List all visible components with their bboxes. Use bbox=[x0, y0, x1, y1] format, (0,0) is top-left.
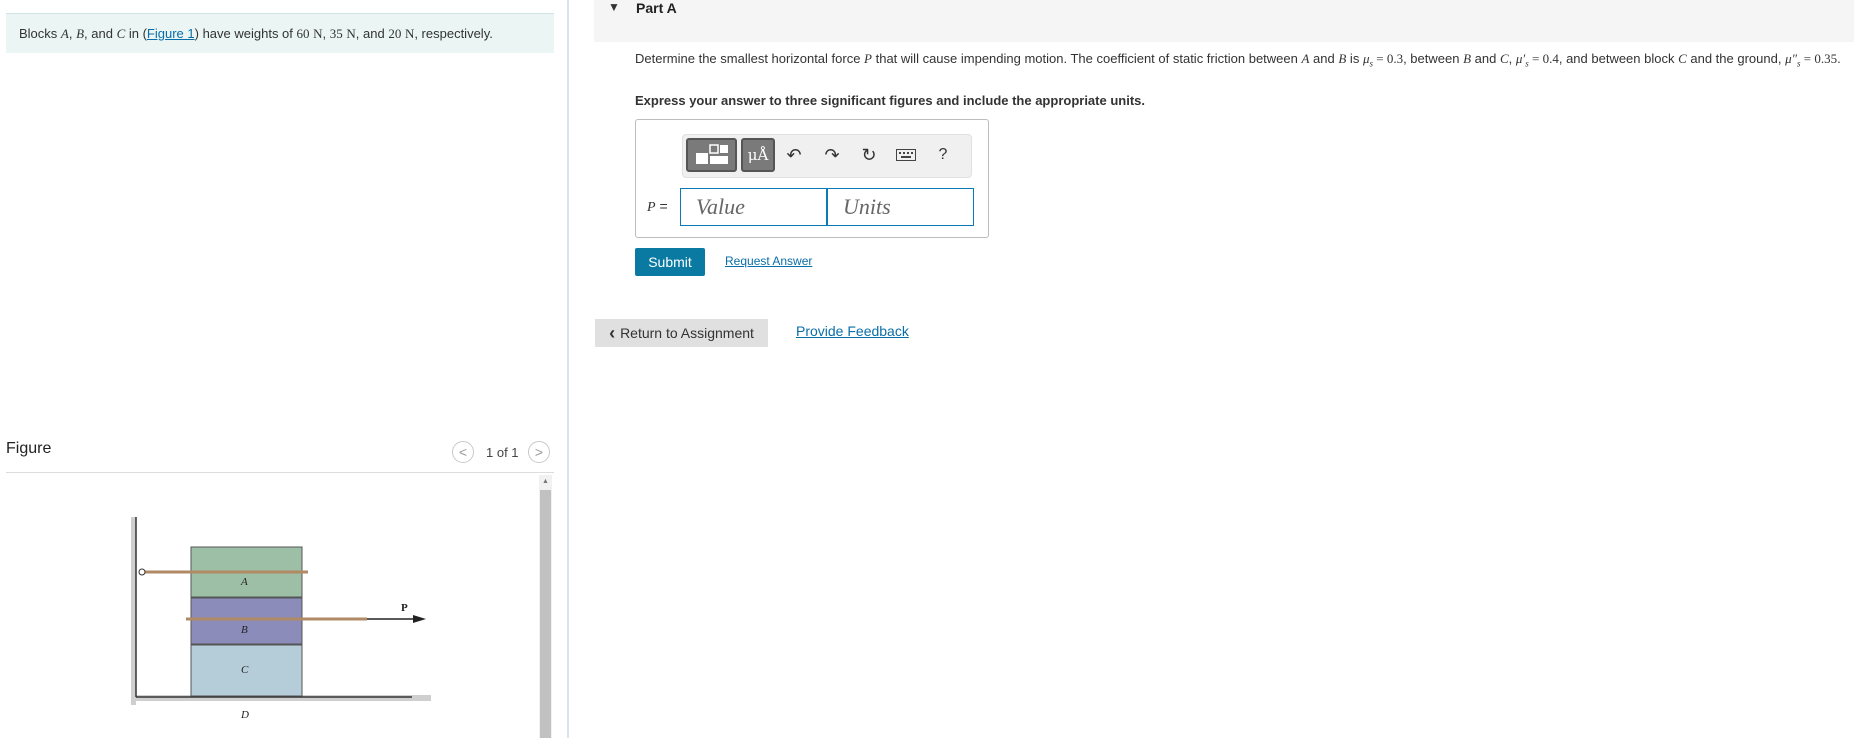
question-segment: , bbox=[1508, 51, 1516, 66]
problem-text: ) have weights of bbox=[194, 26, 297, 41]
question-segment: and the ground, bbox=[1686, 51, 1786, 66]
weight-a: 60 bbox=[296, 26, 310, 41]
figure-pager: 1 of 1 bbox=[486, 445, 519, 460]
weight-b: 35 bbox=[329, 26, 343, 41]
question-segment: is bbox=[1346, 51, 1363, 66]
block-b bbox=[190, 597, 303, 645]
label-d: D bbox=[240, 709, 249, 721]
problem-text: , and bbox=[355, 26, 389, 41]
keyboard-icon bbox=[896, 149, 916, 161]
block-b-symbol: B bbox=[1463, 51, 1472, 66]
figure-next-button[interactable]: > bbox=[528, 441, 550, 463]
templates-button[interactable] bbox=[686, 138, 737, 172]
chevron-left-icon: ‹ bbox=[609, 323, 616, 343]
return-label: Return to Assignment bbox=[620, 325, 754, 341]
request-answer-link[interactable]: Request Answer bbox=[725, 254, 812, 268]
answer-equals: = bbox=[655, 198, 668, 214]
figure-divider bbox=[6, 472, 554, 473]
part-a-title[interactable]: Part A bbox=[636, 0, 677, 16]
answer-variable: P bbox=[647, 200, 656, 215]
block-a-symbol: A bbox=[60, 26, 69, 41]
mu-ground-symbol: μ″ bbox=[1785, 51, 1798, 66]
weight-unit: N bbox=[404, 26, 415, 41]
block-c-symbol: C bbox=[1678, 51, 1687, 66]
problem-text: , respectively. bbox=[414, 26, 493, 41]
answer-instruction: Express your answer to three significant… bbox=[635, 93, 1145, 108]
figure-link[interactable]: Figure 1 bbox=[147, 26, 195, 41]
return-to-assignment-button[interactable]: ‹ Return to Assignment bbox=[595, 319, 768, 347]
problem-statement: Blocks A, B, and C in (Figure 1) have we… bbox=[6, 13, 554, 53]
templates-icon bbox=[695, 144, 728, 164]
label-a: A bbox=[240, 576, 248, 588]
block-c-symbol: C bbox=[1499, 51, 1509, 66]
problem-text: , bbox=[322, 26, 330, 41]
provide-feedback-link[interactable]: Provide Feedback bbox=[796, 323, 909, 339]
submit-button[interactable]: Submit bbox=[635, 248, 705, 276]
keyboard-button[interactable] bbox=[893, 138, 919, 172]
label-b: B bbox=[241, 624, 248, 636]
part-a-header[interactable] bbox=[594, 0, 1854, 42]
question-segment: , between bbox=[1403, 51, 1464, 66]
undo-icon[interactable]: ↶ bbox=[781, 138, 807, 172]
scroll-up-icon[interactable]: ▲ bbox=[540, 477, 551, 487]
wall-pin bbox=[138, 568, 146, 576]
question-text: Determine the smallest horizontal force … bbox=[635, 50, 1847, 73]
problem-text: Blocks bbox=[19, 26, 61, 41]
blocks-figure: A B C D P bbox=[131, 517, 431, 721]
figure-scrollbar-thumb[interactable] bbox=[540, 490, 551, 738]
problem-text: , bbox=[68, 26, 77, 41]
problem-text: , and bbox=[84, 26, 117, 41]
question-segment: that will cause impending motion. The co… bbox=[872, 51, 1302, 66]
mu-bc-symbol: μ′ bbox=[1515, 51, 1526, 66]
value-input[interactable] bbox=[680, 188, 827, 226]
label-p: P bbox=[401, 602, 408, 614]
units-input[interactable] bbox=[827, 188, 974, 226]
problem-text: in ( bbox=[125, 26, 147, 41]
weight-unit: N bbox=[346, 26, 356, 41]
mu-bc-value: = 0.4 bbox=[1528, 51, 1559, 66]
mu-ground-value: = 0.35 bbox=[1800, 51, 1838, 66]
caret-down-icon[interactable]: ▼ bbox=[608, 0, 620, 14]
figure-title: Figure bbox=[6, 440, 52, 457]
question-segment: and bbox=[1309, 51, 1339, 66]
chevron-left-icon: < bbox=[458, 444, 468, 460]
question-segment: and bbox=[1471, 51, 1500, 66]
block-b-symbol: B bbox=[76, 26, 85, 41]
answer-label: P = bbox=[647, 198, 668, 216]
chevron-right-icon: > bbox=[534, 444, 544, 460]
figure-prev-button[interactable]: < bbox=[452, 441, 474, 463]
weight-c: 20 bbox=[388, 26, 402, 41]
mu-ab-value: = 0.3 bbox=[1372, 51, 1404, 66]
weight-unit: N bbox=[313, 26, 323, 41]
symbols-button[interactable]: μÅ bbox=[741, 138, 775, 172]
help-button[interactable]: ? bbox=[930, 138, 956, 172]
force-symbol: P bbox=[864, 51, 872, 66]
label-c: C bbox=[241, 664, 249, 676]
question-segment: Determine the smallest horizontal force bbox=[635, 51, 865, 66]
redo-icon[interactable]: ↷ bbox=[819, 138, 845, 172]
block-c-symbol: C bbox=[116, 26, 126, 41]
question-segment: . bbox=[1837, 51, 1841, 66]
force-arrow-head bbox=[413, 615, 426, 623]
question-segment: , and between block bbox=[1558, 51, 1679, 66]
pane-divider[interactable] bbox=[567, 0, 569, 738]
reset-icon[interactable]: ↻ bbox=[856, 138, 882, 172]
